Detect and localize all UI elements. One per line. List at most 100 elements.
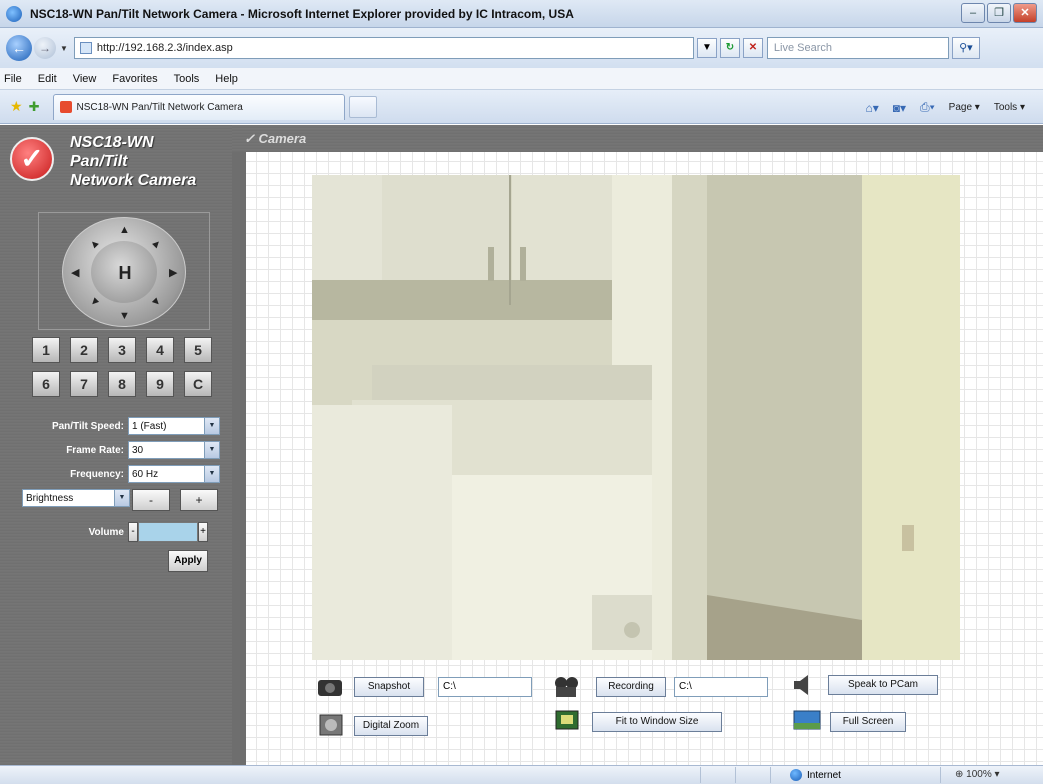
preset-5[interactable]: 5 bbox=[184, 337, 212, 363]
minimize-button[interactable]: – bbox=[961, 3, 985, 23]
recording-button[interactable]: Recording bbox=[596, 677, 666, 697]
preset-3[interactable]: 3 bbox=[108, 337, 136, 363]
zone-label: Internet bbox=[807, 769, 841, 781]
frame-rate-label: Frame Rate: bbox=[66, 444, 124, 456]
search-go-button[interactable]: ⚲▾ bbox=[951, 37, 980, 59]
fit-to-window-button[interactable]: Fit to Window Size bbox=[592, 712, 722, 732]
preset-clear[interactable]: C bbox=[184, 371, 212, 397]
recording-path-field[interactable]: C:\ bbox=[674, 677, 768, 697]
preset-2[interactable]: 2 bbox=[70, 337, 98, 363]
forward-button[interactable]: → bbox=[34, 37, 56, 59]
preset-8[interactable]: 8 bbox=[108, 371, 136, 397]
print-icon[interactable]: ⎙▾ bbox=[920, 100, 935, 115]
camera-edge bbox=[232, 152, 246, 765]
title-bar: NSC18-WN Pan/Tilt Network Camera - Micro… bbox=[0, 0, 1043, 28]
preset-9[interactable]: 9 bbox=[146, 371, 174, 397]
status-divider bbox=[735, 767, 736, 783]
tab-label: NSC18-WN Pan/Tilt Network Camera bbox=[76, 101, 243, 113]
ptz-control[interactable]: ▲ ▼ ◀ ▶ ▲ ▲ ▼ ▼ H bbox=[62, 217, 186, 327]
frequency-row: Frequency: 60 Hz ▼ bbox=[6, 465, 220, 483]
brand-line-2: Pan/Tilt bbox=[70, 153, 128, 170]
new-tab-button[interactable] bbox=[349, 95, 378, 118]
address-url[interactable]: http://192.168.2.3/index.asp bbox=[97, 42, 233, 54]
add-favorites-icon[interactable]: ✚ bbox=[29, 99, 40, 115]
home-icon[interactable]: ⌂▾ bbox=[865, 101, 878, 115]
ie-logo-icon bbox=[6, 5, 22, 22]
snapshot-row: Snapshot C:\ bbox=[316, 674, 532, 700]
camera-section-title: ✓ Camera bbox=[244, 131, 307, 146]
tools-menu[interactable]: Tools ▾ bbox=[994, 102, 1025, 113]
maximize-button[interactable]: ❐ bbox=[987, 3, 1011, 23]
preset-4[interactable]: 4 bbox=[146, 337, 174, 363]
command-bar: ⌂▾ ◙▾ ⎙▾ Page ▾ Tools ▾ bbox=[865, 100, 1025, 115]
apply-button[interactable]: Apply bbox=[168, 550, 208, 572]
brand-line-3: Network Camera bbox=[70, 172, 197, 189]
snapshot-path-field[interactable]: C:\ bbox=[438, 677, 532, 697]
window-controls: – ❐ ✕ bbox=[961, 3, 1037, 23]
favorites-star-icon[interactable]: ★ bbox=[10, 98, 23, 115]
snapshot-button[interactable]: Snapshot bbox=[354, 677, 424, 697]
feeds-icon[interactable]: ◙▾ bbox=[893, 101, 906, 115]
full-screen-button[interactable]: Full Screen bbox=[830, 712, 906, 732]
image-setting-select[interactable]: Brightness ▼ bbox=[22, 489, 130, 507]
page-menu[interactable]: Page ▾ bbox=[949, 102, 980, 113]
stop-button[interactable]: ✕ bbox=[742, 38, 763, 58]
tab-camera[interactable]: NSC18-WN Pan/Tilt Network Camera bbox=[53, 93, 346, 120]
camera-header: ✓ Camera bbox=[232, 125, 1043, 152]
page-icon bbox=[79, 42, 92, 54]
fit-window-row: Fit to Window Size bbox=[552, 709, 722, 735]
menu-view[interactable]: View bbox=[73, 73, 97, 85]
chevron-down-icon: ▼ bbox=[114, 490, 129, 506]
video-scene bbox=[312, 175, 960, 660]
menu-help[interactable]: Help bbox=[215, 73, 238, 85]
brand-check-icon: ✓ bbox=[10, 137, 54, 181]
menu-favorites[interactable]: Favorites bbox=[112, 73, 157, 85]
preset-7[interactable]: 7 bbox=[70, 371, 98, 397]
speak-to-pcam-button[interactable]: Speak to PCam bbox=[828, 675, 938, 695]
status-divider bbox=[940, 767, 941, 783]
frame-rate-value: 30 bbox=[132, 444, 144, 456]
preset-1[interactable]: 1 bbox=[32, 337, 60, 363]
frame-rate-row: Frame Rate: 30 ▼ bbox=[6, 441, 220, 459]
digital-zoom-button[interactable]: Digital Zoom bbox=[354, 716, 428, 736]
search-input[interactable]: Live Search bbox=[766, 37, 949, 59]
address-toolbar: ← → ▼ http://192.168.2.3/index.asp ▼ ↻ ✕… bbox=[0, 28, 1043, 68]
volume-up-button[interactable]: + bbox=[198, 522, 208, 542]
home-position-button[interactable]: H bbox=[63, 218, 187, 328]
chevron-down-icon: ▼ bbox=[204, 466, 219, 482]
fit-window-icon bbox=[555, 710, 579, 730]
zoom-level[interactable]: ⊕ 100% ▾ bbox=[955, 769, 1000, 780]
increase-button[interactable]: + bbox=[180, 489, 218, 511]
chevron-down-icon: ▼ bbox=[204, 442, 219, 458]
frame-rate-select[interactable]: 30 ▼ bbox=[128, 441, 220, 459]
menu-bar: File Edit View Favorites Tools Help bbox=[0, 68, 1043, 90]
refresh-button[interactable]: ↻ bbox=[719, 38, 740, 58]
menu-edit[interactable]: Edit bbox=[38, 73, 57, 85]
volume-label: Volume bbox=[88, 526, 124, 538]
preset-6[interactable]: 6 bbox=[32, 371, 60, 397]
back-button[interactable]: ← bbox=[6, 35, 32, 61]
volume-down-button[interactable]: - bbox=[128, 522, 138, 542]
window-title: NSC18-WN Pan/Tilt Network Camera - Micro… bbox=[30, 6, 574, 21]
pan-tilt-speed-select[interactable]: 1 (Fast) ▼ bbox=[128, 417, 220, 435]
tab-bar: ★ ✚ NSC18-WN Pan/Tilt Network Camera ⌂▾ … bbox=[0, 90, 1043, 124]
security-zone[interactable]: Internet bbox=[790, 769, 841, 781]
address-field[interactable]: http://192.168.2.3/index.asp bbox=[73, 37, 694, 59]
menu-file[interactable]: File bbox=[4, 73, 22, 85]
image-setting-value: Brightness bbox=[26, 492, 74, 504]
video-camera-icon bbox=[555, 677, 578, 697]
menu-tools[interactable]: Tools bbox=[174, 73, 200, 85]
speak-row: Speak to PCam bbox=[790, 672, 938, 698]
pan-tilt-speed-label: Pan/Tilt Speed: bbox=[51, 420, 124, 432]
tab-page-icon bbox=[60, 101, 73, 113]
page-menu-label: Page bbox=[948, 102, 973, 113]
status-bar: Internet ⊕ 100% ▾ bbox=[0, 765, 1043, 784]
pan-tilt-speed-value: 1 (Fast) bbox=[132, 420, 167, 432]
address-dropdown-button[interactable]: ▼ bbox=[696, 38, 717, 58]
close-button[interactable]: ✕ bbox=[1013, 3, 1037, 23]
history-dropdown-icon[interactable]: ▼ bbox=[60, 44, 68, 53]
decrease-button[interactable]: - bbox=[132, 489, 170, 511]
live-video-feed[interactable] bbox=[312, 175, 960, 660]
volume-slider[interactable] bbox=[138, 522, 198, 542]
frequency-select[interactable]: 60 Hz ▼ bbox=[128, 465, 220, 483]
